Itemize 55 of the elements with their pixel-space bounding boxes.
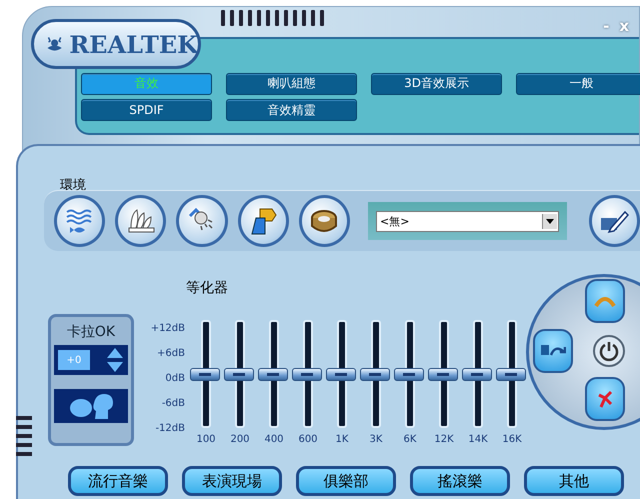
slider-thumb[interactable]: [360, 368, 390, 381]
preset-button[interactable]: 搖滾樂: [410, 466, 510, 496]
slider-thumb[interactable]: [428, 368, 458, 381]
slider-thumb[interactable]: [496, 368, 526, 381]
environment-button[interactable]: [176, 195, 228, 247]
frequency-label: 6K: [404, 434, 416, 445]
tab[interactable]: 3D音效展示: [371, 72, 502, 94]
dropdown-arrow-icon: [546, 218, 554, 224]
scale-label: -12dB: [155, 422, 185, 436]
frequency-label: 200: [230, 434, 250, 445]
dial-up-button[interactable]: [585, 279, 625, 323]
scale-label: +6dB: [157, 347, 185, 361]
frequency-label: 400: [264, 434, 284, 445]
scale-label: -6dB: [162, 397, 185, 411]
frequency-label: 3K: [370, 434, 382, 445]
slider-thumb[interactable]: [190, 368, 220, 381]
scale-label: 0dB: [165, 372, 185, 386]
environment-dropdown[interactable]: <無>: [376, 210, 559, 232]
slider-thumb[interactable]: [394, 368, 424, 381]
slider-thumb[interactable]: [462, 368, 492, 381]
dial-down-button[interactable]: [585, 377, 625, 421]
preset-button[interactable]: 其他: [524, 466, 624, 496]
grip-handle[interactable]: [221, 10, 324, 26]
scale-label: +12dB: [150, 322, 185, 336]
tab[interactable]: SPDIF: [81, 98, 212, 120]
preset-button[interactable]: 流行音樂: [68, 466, 168, 496]
preset-button[interactable]: 表演現場: [182, 466, 282, 496]
environment-label: 環境: [60, 177, 86, 194]
frequency-label: 100: [196, 434, 216, 445]
tab[interactable]: 一般: [516, 72, 640, 94]
slider-thumb[interactable]: [326, 368, 356, 381]
power-button[interactable]: [593, 335, 625, 367]
tab[interactable]: 音效精靈: [226, 99, 357, 121]
environment-button[interactable]: [54, 195, 106, 247]
preset-button[interactable]: 俱樂部: [296, 466, 396, 496]
dial-left-button[interactable]: [533, 329, 573, 373]
power-icon: [598, 340, 620, 362]
karaoke-title: 卡拉OK: [66, 323, 116, 341]
slider-thumb[interactable]: [292, 368, 322, 381]
equalizer-label: 等化器: [186, 279, 228, 297]
tab[interactable]: 喇叭組態: [226, 72, 357, 94]
up-down-arrows-icon[interactable]: [106, 347, 124, 373]
slider-thumb[interactable]: [258, 368, 288, 381]
frequency-label: 16K: [502, 434, 522, 445]
frequency-label: 12K: [434, 434, 454, 445]
logo-text: REALTEK: [69, 30, 198, 58]
arc-icon: [594, 294, 616, 308]
frequency-label: 1K: [336, 434, 348, 445]
frequency-label: 14K: [468, 434, 488, 445]
karaoke-value: +0: [58, 350, 90, 370]
slider-thumb[interactable]: [224, 368, 254, 381]
dropdown-value: <無>: [380, 214, 410, 228]
speaking-heads-icon: [67, 392, 115, 420]
frequency-label: 600: [298, 434, 318, 445]
side-grip[interactable]: [16, 416, 32, 456]
